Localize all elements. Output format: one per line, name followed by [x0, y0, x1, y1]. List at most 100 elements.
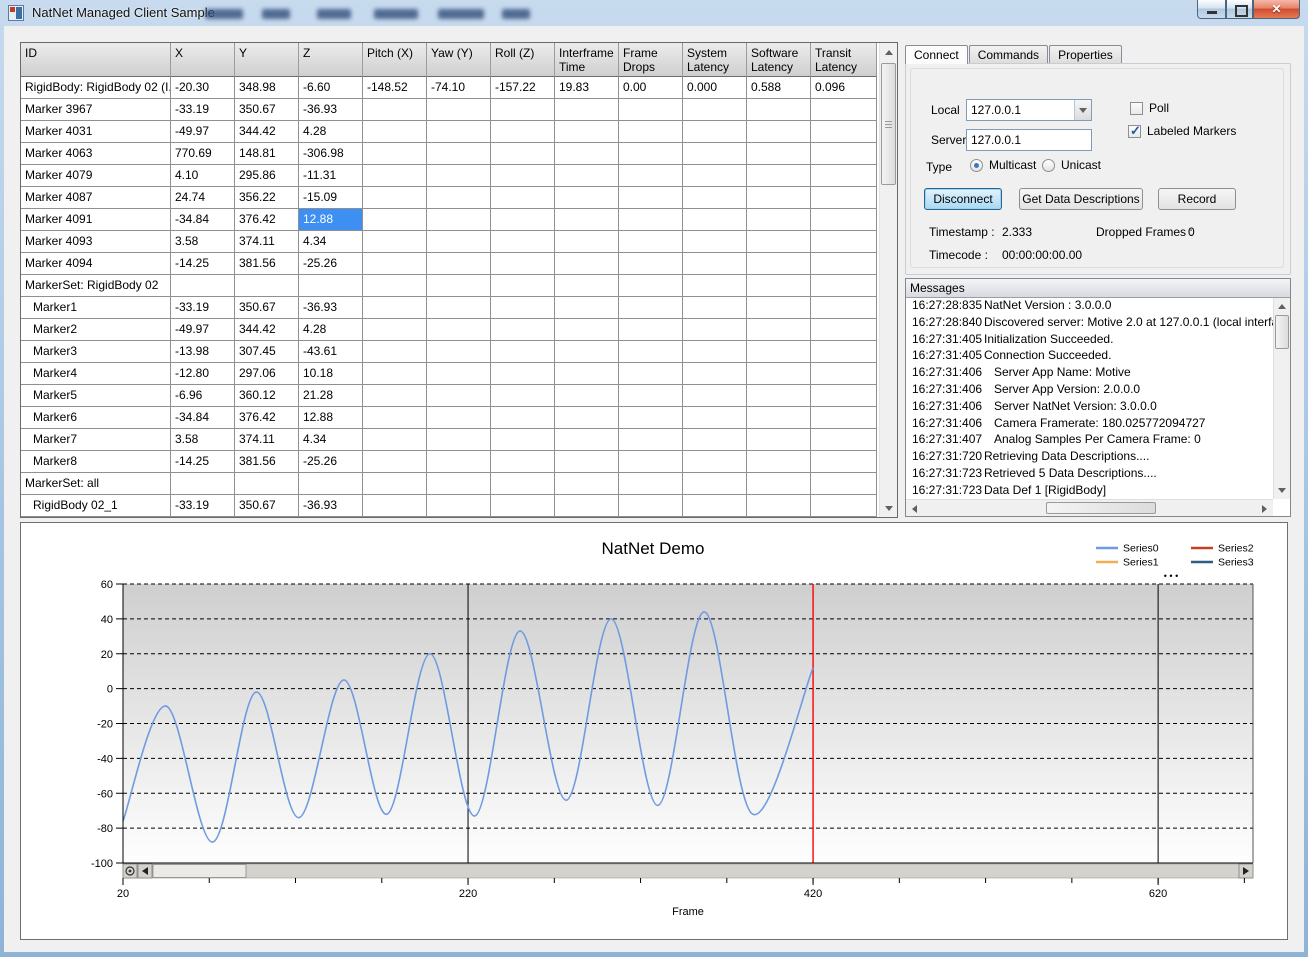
grid-cell[interactable]: [491, 121, 555, 143]
grid-cell[interactable]: [811, 275, 877, 297]
grid-cell[interactable]: Marker1: [21, 297, 171, 319]
chart-scrollbar-thumb[interactable]: [153, 865, 246, 878]
grid-cell[interactable]: [491, 253, 555, 275]
grid-cell[interactable]: -25.26: [299, 253, 363, 275]
grid-cell[interactable]: [491, 99, 555, 121]
grid-cell[interactable]: -36.93: [299, 297, 363, 319]
column-header-interframe[interactable]: Interframe Time: [555, 43, 619, 77]
maximize-button[interactable]: [1226, 0, 1253, 19]
grid-cell[interactable]: -157.22: [491, 77, 555, 99]
grid-cell[interactable]: [427, 253, 491, 275]
grid-cell[interactable]: [811, 209, 877, 231]
grid-cell[interactable]: 4.34: [299, 429, 363, 451]
grid-cell[interactable]: [747, 165, 811, 187]
grid-cell[interactable]: [747, 275, 811, 297]
grid-cell[interactable]: [363, 143, 427, 165]
grid-cell[interactable]: [747, 143, 811, 165]
grid-cell[interactable]: 348.98: [235, 77, 299, 99]
message-row[interactable]: 16:27:28:835NatNet Version : 3.0.0.0: [906, 298, 1273, 315]
grid-cell[interactable]: [491, 319, 555, 341]
grid-cell[interactable]: [491, 451, 555, 473]
message-row[interactable]: 16:27:31:407Analog Samples Per Camera Fr…: [906, 432, 1273, 449]
grid-cell[interactable]: [555, 143, 619, 165]
grid-cell[interactable]: [683, 451, 747, 473]
grid-cell[interactable]: [555, 319, 619, 341]
grid-cell[interactable]: -306.98: [299, 143, 363, 165]
grid-cell[interactable]: [811, 165, 877, 187]
grid-cell[interactable]: -6.60: [299, 77, 363, 99]
grid-cell[interactable]: Marker 3967: [21, 99, 171, 121]
grid-cell[interactable]: [427, 165, 491, 187]
grid-cell[interactable]: [619, 473, 683, 495]
grid-cell[interactable]: [555, 121, 619, 143]
grid-cell[interactable]: [427, 473, 491, 495]
message-row[interactable]: 16:27:31:723Data Def 1 [RigidBody]: [906, 483, 1273, 499]
grid-cell[interactable]: [747, 99, 811, 121]
grid-cell[interactable]: [555, 473, 619, 495]
grid-cell[interactable]: MarkerSet: all: [21, 473, 171, 495]
grid-cell[interactable]: [811, 99, 877, 121]
grid-cell[interactable]: [811, 253, 877, 275]
grid-cell[interactable]: 12.88: [299, 209, 363, 231]
messages-scrollbar-thumb[interactable]: [1275, 315, 1289, 349]
grid-cell[interactable]: Marker3: [21, 341, 171, 363]
grid-cell[interactable]: [747, 253, 811, 275]
server-address-field[interactable]: [966, 129, 1092, 151]
grid-cell[interactable]: [491, 143, 555, 165]
grid-cell[interactable]: [555, 385, 619, 407]
grid-cell[interactable]: [427, 407, 491, 429]
grid-cell[interactable]: [235, 473, 299, 495]
grid-cell[interactable]: [811, 407, 877, 429]
grid-cell[interactable]: [683, 187, 747, 209]
scroll-up-icon[interactable]: [1274, 299, 1289, 314]
messages-hscrollbar-thumb[interactable]: [1046, 502, 1156, 514]
grid-cell[interactable]: [299, 473, 363, 495]
message-row[interactable]: 16:27:31:406Server NatNet Version: 3.0.0…: [906, 399, 1273, 416]
grid-cell[interactable]: [747, 495, 811, 517]
grid-cell[interactable]: [619, 363, 683, 385]
grid-cell[interactable]: -33.19: [171, 99, 235, 121]
grid-cell[interactable]: [363, 253, 427, 275]
grid-cell[interactable]: -14.25: [171, 253, 235, 275]
grid-cell[interactable]: [555, 209, 619, 231]
grid-cell[interactable]: [619, 451, 683, 473]
grid-cell[interactable]: [555, 165, 619, 187]
scroll-down-icon[interactable]: [881, 500, 897, 516]
grid-cell[interactable]: [811, 187, 877, 209]
grid-cell[interactable]: [363, 187, 427, 209]
grid-cell[interactable]: [363, 297, 427, 319]
grid-cell[interactable]: 307.45: [235, 341, 299, 363]
grid-cell[interactable]: 374.11: [235, 231, 299, 253]
grid-cell[interactable]: [363, 231, 427, 253]
grid-cell[interactable]: [619, 385, 683, 407]
grid-cell[interactable]: [235, 275, 299, 297]
grid-cell[interactable]: [619, 429, 683, 451]
grid-cell[interactable]: [683, 473, 747, 495]
grid-cell[interactable]: 4.34: [299, 231, 363, 253]
grid-cell[interactable]: [619, 165, 683, 187]
grid-cell[interactable]: -11.31: [299, 165, 363, 187]
grid-cell[interactable]: [811, 121, 877, 143]
grid-cell[interactable]: [427, 319, 491, 341]
grid-cell[interactable]: -33.19: [171, 297, 235, 319]
grid-cell[interactable]: [555, 495, 619, 517]
redacted-menu-item[interactable]: [262, 9, 290, 19]
grid-cell[interactable]: [811, 231, 877, 253]
grid-cell[interactable]: [683, 99, 747, 121]
grid-cell[interactable]: 344.42: [235, 121, 299, 143]
grid-cell[interactable]: Marker2: [21, 319, 171, 341]
grid-cell[interactable]: [747, 341, 811, 363]
grid-cell[interactable]: [427, 363, 491, 385]
local-address-combobox[interactable]: 127.0.0.1: [966, 99, 1092, 121]
grid-cell[interactable]: [491, 385, 555, 407]
grid-cell[interactable]: [363, 209, 427, 231]
message-row[interactable]: 16:27:28:840Discovered server: Motive 2.…: [906, 315, 1273, 332]
grid-cell[interactable]: Marker4: [21, 363, 171, 385]
grid-cell[interactable]: 0.000: [683, 77, 747, 99]
grid-cell[interactable]: 0.096: [811, 77, 877, 99]
message-row[interactable]: 16:27:31:723Retrieved 5 Data Description…: [906, 466, 1273, 483]
grid-cell[interactable]: 10.18: [299, 363, 363, 385]
redacted-menu-item[interactable]: [205, 9, 243, 19]
grid-cell[interactable]: -6.96: [171, 385, 235, 407]
grid-cell[interactable]: [363, 429, 427, 451]
